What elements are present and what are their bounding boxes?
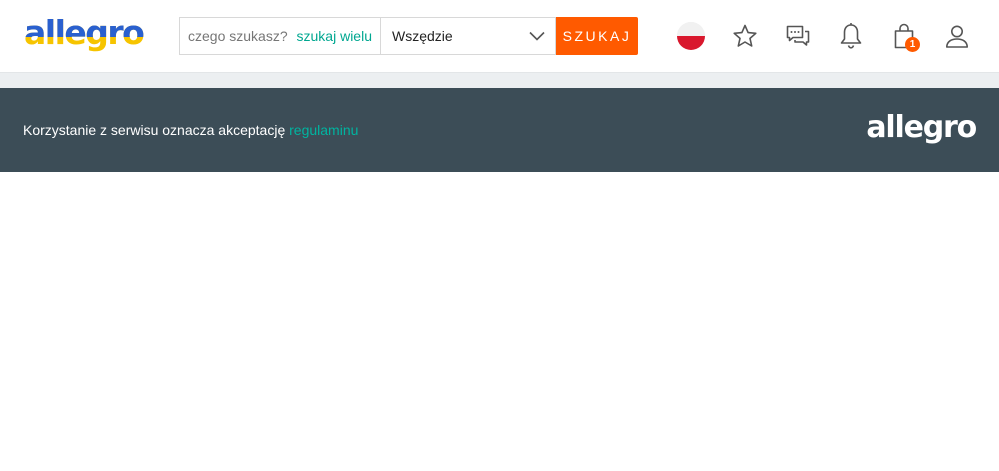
chevron-down-icon [529,31,545,41]
search-button[interactable]: SZUKAJ [556,17,638,55]
account-button[interactable] [942,20,972,52]
category-select-value: Wszędzie [392,28,453,44]
cart-count-badge: 1 [905,37,920,52]
header-divider [0,72,999,88]
favorites-button[interactable] [730,20,760,52]
star-icon [733,24,757,47]
bell-icon [840,23,862,49]
logo-blue-part: allegro [24,10,148,37]
messages-button[interactable] [783,20,813,52]
search-input[interactable] [188,28,292,44]
user-icon [946,25,968,48]
cart-button[interactable]: 1 [889,20,920,52]
search-input-box[interactable]: szukaj wielu [179,17,380,55]
terms-text: Korzystanie z serwisu oznacza akceptację… [23,88,358,172]
search-many-link[interactable]: szukaj wielu [297,18,372,54]
main-content [0,172,999,471]
logo-text-blue: allegro [24,13,145,37]
allegro-logo[interactable]: allegro allegro [24,10,148,58]
flag-red-stripe [677,36,705,50]
notifications-button[interactable] [836,20,866,52]
poland-flag-icon[interactable] [677,22,705,50]
chat-bubbles-icon [786,25,810,46]
terms-link[interactable]: regulaminu [289,122,358,138]
terms-banner: Korzystanie z serwisu oznacza akceptację… [0,88,999,172]
search-bar: szukaj wielu Wszędzie SZUKAJ [179,17,638,55]
top-header: allegro allegro szukaj wielu Wszędzie SZ… [0,0,999,72]
terms-sentence: Korzystanie z serwisu oznacza akceptację [23,122,290,138]
category-select[interactable]: Wszędzie [380,17,556,55]
banner-allegro-logo: allegro [866,110,977,145]
flag-white-stripe [677,22,705,36]
